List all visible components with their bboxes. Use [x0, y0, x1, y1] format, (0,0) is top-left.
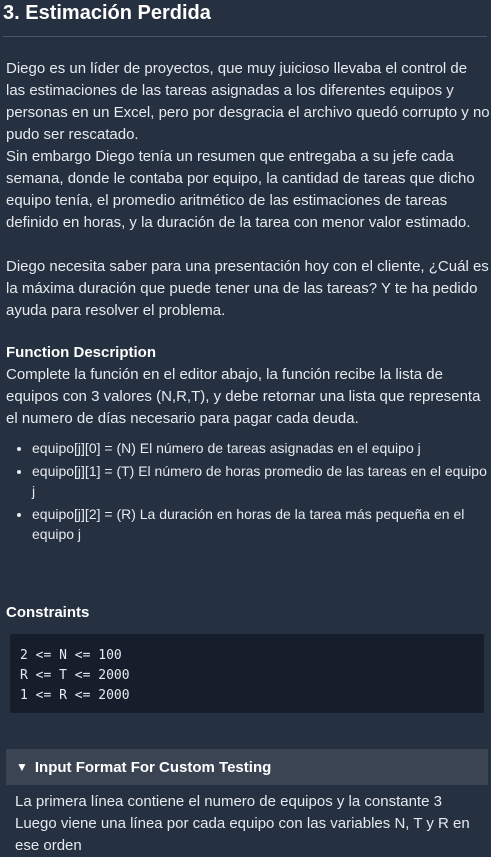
list-item: equipo[j][1] = (T) El número de horas pr…	[32, 461, 490, 501]
parameter-list: equipo[j][0] = (N) El número de tareas a…	[6, 438, 490, 544]
list-item: equipo[j][2] = (R) La duración en horas …	[32, 504, 490, 544]
input-format-heading: Input Format For Custom Testing	[34, 758, 272, 776]
description-paragraph-3: Diego necesita saber para una presentaci…	[6, 258, 489, 319]
constraints-code-block: 2 <= N <= 100 R <= T <= 2000 1 <= R <= 2…	[10, 634, 484, 713]
constraints-heading: Constraints	[6, 604, 90, 621]
input-format-line-1: La primera línea contiene el numero de e…	[15, 793, 442, 810]
description-paragraph-2: Sin embargo Diego tenía un resumen que e…	[6, 148, 475, 231]
caret-down-icon: ▼	[16, 760, 28, 774]
code-line: 2 <= N <= 100	[20, 648, 122, 663]
input-format-body: La primera línea contiene el numero de e…	[15, 791, 485, 857]
problem-statement: Diego es un líder de proyectos, que muy …	[6, 58, 490, 547]
function-description-heading: Function Description	[6, 344, 156, 361]
description-paragraph-1: Diego es un líder de proyectos, que muy …	[6, 60, 490, 143]
input-format-line-2: Luego viene una línea por cada equipo co…	[15, 815, 470, 854]
input-format-toggle[interactable]: ▼ Input Format For Custom Testing	[6, 749, 488, 785]
page-title: 3. Estimación Perdida	[3, 0, 487, 37]
function-description-text: Complete la función en el editor abajo, …	[6, 366, 481, 427]
list-item: equipo[j][0] = (N) El número de tareas a…	[32, 438, 490, 458]
code-line: 1 <= R <= 2000	[20, 688, 130, 703]
code-line: R <= T <= 2000	[20, 668, 130, 683]
